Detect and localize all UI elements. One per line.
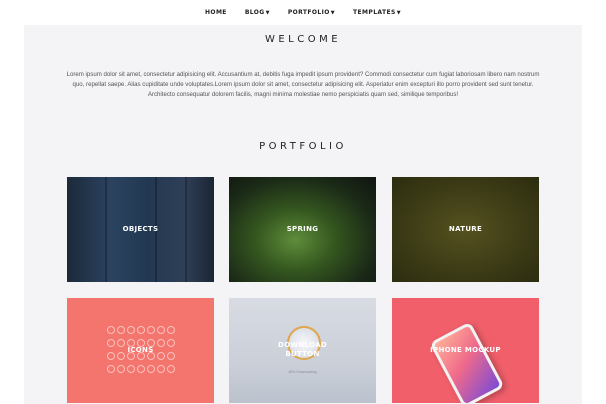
tile-label: NATURE <box>448 225 483 233</box>
portfolio-tile-nature[interactable]: NATURE <box>392 177 539 282</box>
portfolio-tile-download-button[interactable]: DOWNLOAD BUTTON 48% Downloading <box>229 298 376 403</box>
nav-item-templates-label: TEMPLATES <box>353 9 396 16</box>
portfolio-tile-objects[interactable]: OBJECTS <box>67 177 214 282</box>
top-navigation: HOME BLOG ▼ PORTFOLIO ▼ TEMPLATES ▼ <box>0 0 606 25</box>
tile-label: OBJECTS <box>122 225 159 233</box>
portfolio-tile-iphone-mockup[interactable]: IPHONE MOCKUP <box>392 298 539 403</box>
nav-item-templates[interactable]: TEMPLATES ▼ <box>353 9 401 16</box>
welcome-text: Lorem ipsum dolor sit amet, consectetur … <box>66 71 540 98</box>
tile-label-line1: DOWNLOAD <box>278 341 327 349</box>
nav-item-blog[interactable]: BLOG ▼ <box>245 9 270 16</box>
nav-item-home[interactable]: HOME <box>205 9 227 16</box>
nav-item-portfolio-label: PORTFOLIO <box>287 9 330 16</box>
chevron-down-icon: ▼ <box>330 9 336 16</box>
content-panel: WELCOME Lorem ipsum dolor sit amet, cons… <box>24 25 582 404</box>
nav-item-home-label: HOME <box>205 9 227 16</box>
download-caption: 48% Downloading <box>288 370 317 374</box>
portfolio-tile-icons[interactable]: ICONS <box>67 298 214 403</box>
tile-label: IPHONE MOCKUP <box>430 346 501 354</box>
tile-label: DOWNLOAD BUTTON <box>229 341 376 359</box>
chevron-down-icon: ▼ <box>265 9 270 16</box>
chevron-down-icon: ▼ <box>396 9 401 16</box>
tile-label: ICONS <box>127 346 154 354</box>
nav-item-portfolio[interactable]: PORTFOLIO ▼ <box>288 9 335 16</box>
portfolio-tile-spring[interactable]: SPRING <box>229 177 376 282</box>
welcome-heading: WELCOME <box>264 34 342 45</box>
nav-item-blog-label: BLOG <box>244 9 265 16</box>
phone-icon <box>429 321 505 403</box>
portfolio-heading: PORTFOLIO <box>259 141 347 152</box>
tile-label-line2: BUTTON <box>285 350 320 358</box>
tile-label: SPRING <box>286 225 319 233</box>
